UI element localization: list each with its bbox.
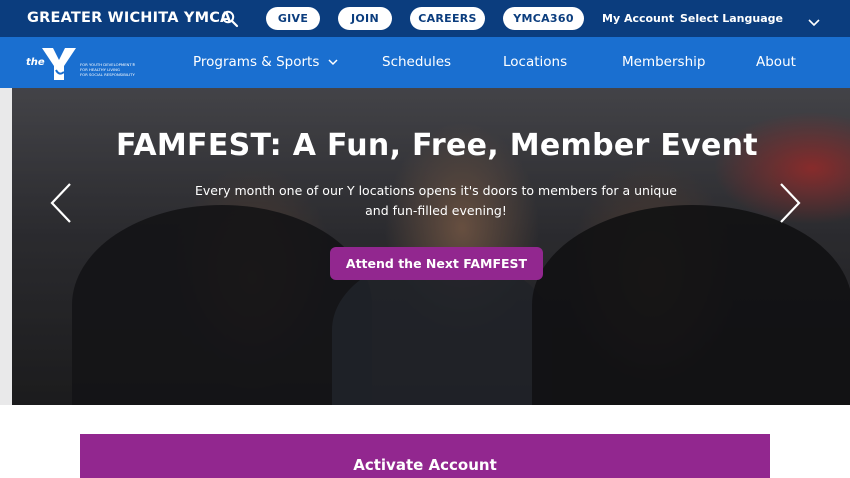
ymca-y-icon	[42, 48, 76, 80]
main-nav: the FOR YOUTH DEVELOPMENT® FOR HEALTHY L…	[0, 37, 850, 88]
site-title[interactable]: GREATER WICHITA YMCA	[27, 10, 231, 26]
my-account-link[interactable]: My Account	[602, 12, 674, 25]
chevron-right-icon[interactable]	[777, 182, 803, 224]
language-select[interactable]: Select Language	[680, 12, 783, 25]
nav-programs-label: Programs & Sports	[193, 54, 320, 70]
utility-bar: GREATER WICHITA YMCA GIVE JOIN CAREERS Y…	[0, 0, 850, 37]
hero-title: FAMFEST: A Fun, Free, Member Event	[116, 128, 758, 163]
chevron-down-icon[interactable]	[808, 13, 820, 27]
nav-about[interactable]: About	[756, 54, 796, 70]
logo-tagline-line: FOR SOCIAL RESPONSIBILITY	[80, 72, 135, 77]
nav-locations[interactable]: Locations	[503, 54, 567, 70]
hero-figure	[532, 205, 850, 405]
nav-programs[interactable]: Programs & Sports	[193, 54, 338, 70]
nav-schedules[interactable]: Schedules	[382, 54, 451, 70]
nav-membership[interactable]: Membership	[622, 54, 705, 70]
careers-button[interactable]: CAREERS	[410, 7, 485, 30]
attend-famfest-button[interactable]: Attend the Next FAMFEST	[330, 247, 543, 280]
give-button[interactable]: GIVE	[266, 7, 320, 30]
join-button[interactable]: JOIN	[338, 7, 392, 30]
chevron-left-icon[interactable]	[48, 182, 74, 224]
logo-tagline: FOR YOUTH DEVELOPMENT® FOR HEALTHY LIVIN…	[80, 62, 136, 77]
ymca-logo[interactable]: the FOR YOUTH DEVELOPMENT® FOR HEALTHY L…	[24, 44, 144, 82]
search-icon[interactable]	[220, 9, 240, 29]
chevron-down-icon	[328, 59, 338, 66]
hero-subtitle: Every month one of our Y locations opens…	[195, 183, 677, 218]
ymca360-button[interactable]: YMCA360	[503, 7, 584, 30]
hero-figure	[72, 205, 372, 405]
activate-account-button[interactable]: Activate Account	[80, 434, 770, 478]
